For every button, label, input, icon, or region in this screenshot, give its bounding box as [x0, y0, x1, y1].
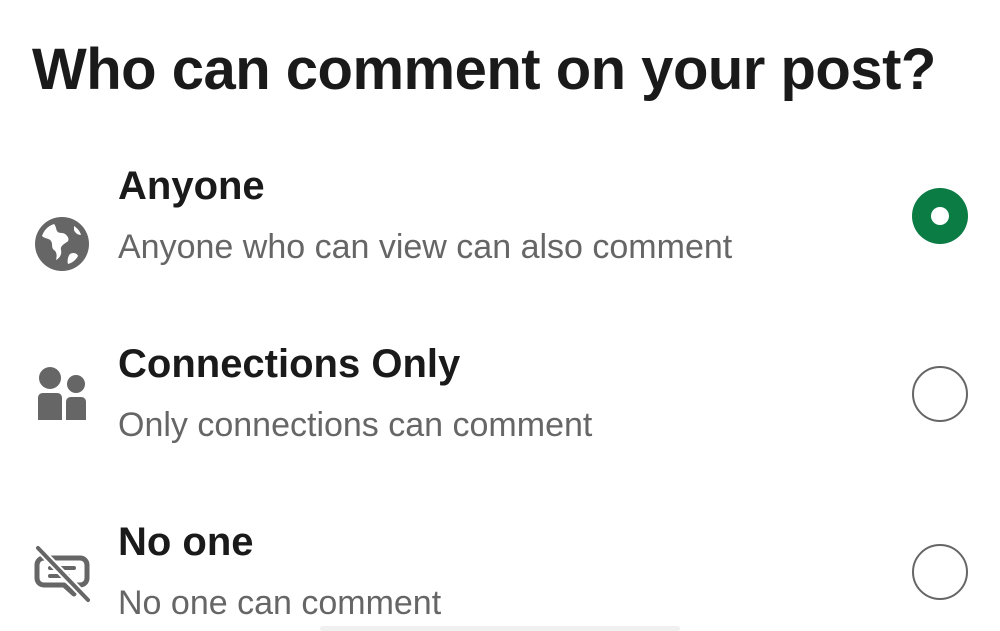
- page-title: Who can comment on your post?: [32, 37, 936, 102]
- people-icon: [30, 362, 94, 426]
- globe-icon: [30, 212, 94, 276]
- option-connections-only[interactable]: Connections Only Only connections can co…: [0, 328, 1000, 478]
- radio-button-selected[interactable]: [912, 188, 968, 244]
- home-indicator: [320, 626, 680, 631]
- option-description: Only connections can comment: [118, 406, 593, 444]
- option-label: Anyone: [118, 164, 265, 208]
- option-no-one[interactable]: No one No one can comment: [0, 506, 1000, 631]
- radio-button[interactable]: [912, 366, 968, 422]
- option-label: No one: [118, 520, 254, 564]
- comment-settings-page: Who can comment on your post? Anyone Any…: [0, 0, 1000, 631]
- option-description: No one can comment: [118, 584, 442, 622]
- radio-button[interactable]: [912, 544, 968, 600]
- option-anyone[interactable]: Anyone Anyone who can view can also comm…: [0, 150, 1000, 300]
- comment-off-icon: [30, 540, 94, 604]
- option-label: Connections Only: [118, 342, 461, 386]
- option-description: Anyone who can view can also comment: [118, 228, 733, 266]
